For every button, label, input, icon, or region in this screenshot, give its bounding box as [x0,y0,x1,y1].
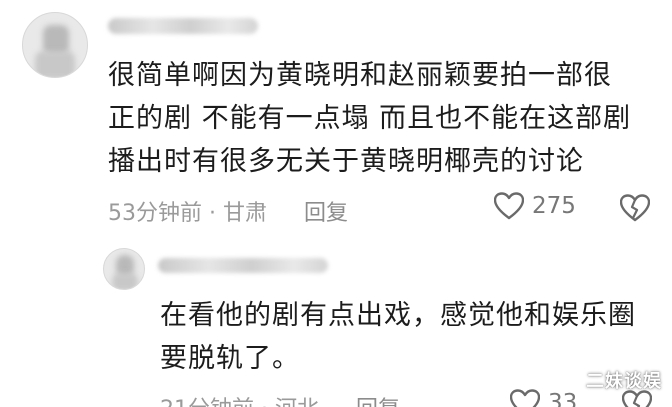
meta-separator: · [209,201,223,226]
comment-item: 很简单啊因为黄晓明和赵丽颖要拍一部很 正的剧 不能有一点塌 而且也不能在这部剧 … [0,0,672,232]
heart-icon[interactable] [494,192,524,220]
comment-time: 53分钟前 [108,201,202,226]
meta-separator: · [261,397,275,407]
comment-text: 很简单啊因为黄晓明和赵丽颖要拍一部很 正的剧 不能有一点塌 而且也不能在这部剧 … [108,60,632,177]
comment-time: 21分钟前 [160,397,254,407]
like-count: 275 [532,193,576,219]
comment-meta: 53分钟前 · 甘肃 回复 [108,195,348,227]
comment-meta: 21分钟前 · 河北 回复 [160,391,400,407]
comment-location: 甘肃 [223,201,268,226]
like-button[interactable]: 275 [494,192,576,220]
avatar[interactable] [103,248,145,290]
like-count: 33 [548,390,578,407]
reply-button[interactable]: 回复 [304,201,348,226]
like-button[interactable]: 33 [510,389,577,407]
heart-icon[interactable] [510,389,540,407]
reply-comment-item: 在看他的剧有点出戏，感觉他和娱乐圈 要脱轨了。 21分钟前 · 河北 回复 33 [0,232,672,407]
dislike-heart-icon[interactable] [620,194,650,222]
watermark: 二妹谈娱 [586,371,662,392]
comment-location: 河北 [275,397,319,407]
avatar[interactable] [22,12,88,78]
username-blurred[interactable] [108,18,258,34]
reply-button[interactable]: 回复 [356,397,400,407]
username-blurred[interactable] [158,258,328,273]
dislike-button[interactable] [620,194,650,222]
comment-text: 在看他的剧有点出戏，感觉他和娱乐圈 要脱轨了。 [160,300,636,374]
